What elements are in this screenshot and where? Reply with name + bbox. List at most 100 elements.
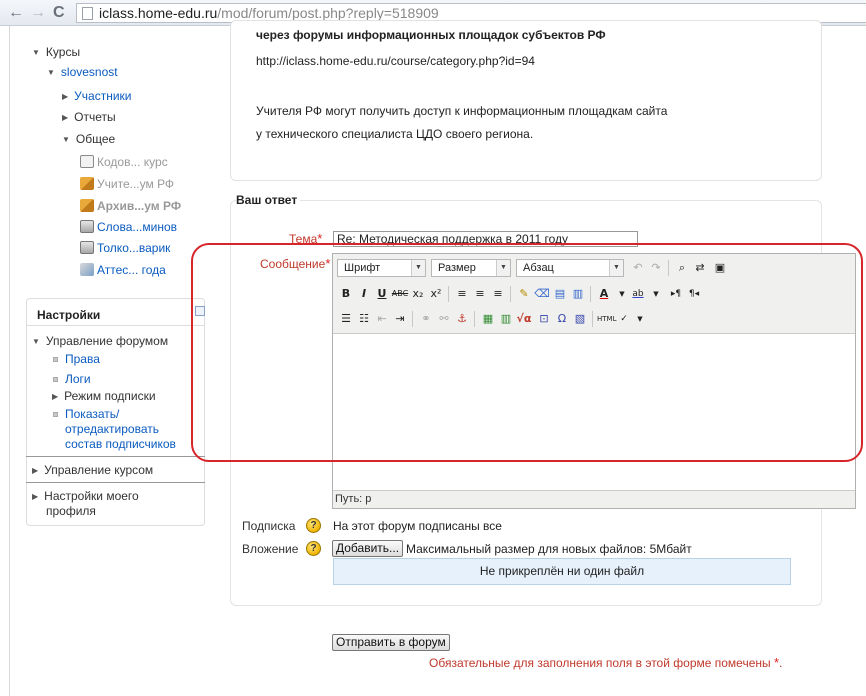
nav-activity-1[interactable]: Кодов... курс	[80, 155, 168, 170]
format-select[interactable]: Абзац ▼	[516, 259, 624, 277]
nonbreaking-space-icon[interactable]: ⊡	[535, 310, 553, 328]
superscript-icon[interactable]: x²	[427, 285, 445, 303]
nav-activity-3[interactable]: Архив...ум РФ	[80, 199, 181, 214]
settings-show-edit-line2[interactable]: отредактировать	[65, 422, 159, 437]
highlight-color-icon[interactable]: ab	[629, 285, 647, 303]
submit-button[interactable]: Отправить в форум	[332, 634, 450, 651]
ltr-icon[interactable]: ▸¶	[667, 285, 685, 303]
no-files-text: Не прикреплён ни один файл	[479, 564, 645, 578]
subscription-label: Подписка	[242, 519, 296, 533]
settings-rights[interactable]: Права	[65, 352, 100, 367]
size-select-value: Размер	[438, 262, 476, 274]
outdent-icon[interactable]: ⇤	[373, 310, 391, 328]
nav-activity-6[interactable]: Аттес... года	[80, 263, 166, 278]
anchor-icon[interactable]: ⚓	[453, 310, 471, 328]
settings-course-admin[interactable]: Управление курсом	[32, 463, 153, 479]
nav-activity-2[interactable]: Учите...ум РФ	[80, 177, 174, 192]
nav-general[interactable]: Общее	[62, 132, 115, 148]
settings-profile-label-1: Настройки моего	[44, 489, 139, 503]
bullet-list-icon[interactable]: ☰	[337, 310, 355, 328]
back-arrow-icon[interactable]: ←	[8, 3, 24, 23]
message-textarea[interactable]	[333, 334, 855, 490]
toolbar-separator	[668, 260, 669, 276]
strikethrough-icon[interactable]: ABC	[391, 285, 409, 303]
quiz-icon	[80, 263, 94, 276]
dropdown-icon[interactable]: ▼	[647, 285, 665, 303]
required-note-text: Обязательные для заполнения поля в этой …	[429, 656, 771, 670]
paste-word-icon[interactable]: ▥	[569, 285, 587, 303]
toolbar-separator	[474, 311, 475, 327]
post-line-2: Учителя РФ могут получить доступ к инфор…	[256, 104, 668, 118]
nav-courses[interactable]: Курсы	[32, 45, 80, 61]
underline-icon[interactable]: U	[373, 285, 391, 303]
font-select-value: Шрифт	[344, 262, 381, 274]
nav-course[interactable]: slovesnost	[47, 65, 118, 81]
equation-icon[interactable]: √α	[515, 310, 533, 328]
eraser-icon[interactable]: ⌫	[533, 285, 551, 303]
settings-show-edit-line1[interactable]: Показать/	[65, 407, 119, 422]
image-icon[interactable]: ▦	[479, 310, 497, 328]
subject-input[interactable]	[333, 231, 638, 247]
undo-icon[interactable]: ↶	[629, 259, 647, 277]
paste-text-icon[interactable]: ▤	[551, 285, 569, 303]
fullscreen-icon[interactable]: ▣	[711, 259, 729, 277]
settings-profile-line2[interactable]: профиля	[46, 504, 96, 519]
align-left-icon[interactable]: ≡	[453, 285, 471, 303]
settings-show-edit-line3[interactable]: состав подписчиков	[65, 437, 176, 452]
chevron-down-icon: ▼	[496, 260, 510, 276]
settings-title: Настройки	[37, 308, 101, 322]
settings-logs[interactable]: Логи	[65, 372, 91, 387]
font-select[interactable]: Шрифт ▼	[337, 259, 426, 277]
bullet-icon	[53, 377, 58, 382]
help-icon[interactable]: ?	[306, 518, 321, 533]
rtl-icon[interactable]: ¶◂	[685, 285, 703, 303]
add-file-button[interactable]: Добавить...	[332, 540, 404, 557]
align-center-icon[interactable]: ≡	[471, 285, 489, 303]
dropdown-icon[interactable]: ▼	[631, 310, 649, 328]
bold-icon[interactable]: B	[337, 285, 355, 303]
settings-subscription-mode[interactable]: Режим подписки	[52, 389, 155, 405]
table-icon[interactable]: ▧	[571, 310, 589, 328]
required-note: Обязательные для заполнения поля в этой …	[429, 655, 783, 670]
nav-general-label: Общее	[75, 132, 116, 146]
nav-activity-4[interactable]: Слова...минов	[80, 220, 177, 235]
reload-icon[interactable]: C	[53, 3, 65, 23]
media-icon[interactable]: ▥	[497, 310, 515, 328]
align-right-icon[interactable]: ≡	[489, 285, 507, 303]
replace-icon[interactable]: ⇄	[691, 259, 709, 277]
nav-activity-1-label: Кодов... курс	[97, 155, 168, 169]
attached-files-box[interactable]: Не прикреплён ни один файл	[333, 558, 791, 585]
nav-activity-5[interactable]: Толко...варик	[80, 241, 170, 256]
link-icon[interactable]: ⚭	[417, 310, 435, 328]
nav-participants-label[interactable]: Участники	[74, 89, 131, 103]
subscript-icon[interactable]: x₂	[409, 285, 427, 303]
size-select[interactable]: Размер ▼	[431, 259, 511, 277]
nav-reports[interactable]: Отчеты	[62, 110, 115, 126]
find-icon[interactable]: ⌕	[673, 259, 691, 277]
settings-profile[interactable]: Настройки моего	[32, 489, 139, 505]
settings-header-divider	[27, 325, 204, 326]
editor-toolbar: Шрифт ▼ Размер ▼ Абзац ▼ ↶ ↷ ⌕ ⇄ ▣ B I U AB…	[333, 254, 855, 334]
numbered-list-icon[interactable]: ☷	[355, 310, 373, 328]
text-color-icon[interactable]: A	[595, 285, 613, 303]
special-char-icon[interactable]: Ω	[553, 310, 571, 328]
settings-forum-admin[interactable]: Управление форумом	[32, 334, 168, 350]
forward-arrow-icon[interactable]: →	[30, 3, 46, 23]
nav-course-label[interactable]: slovesnost	[61, 65, 118, 79]
html-source-icon[interactable]: HTML	[597, 310, 616, 328]
nav-participants[interactable]: Участники	[62, 89, 131, 105]
cleanup-icon[interactable]: ✎	[515, 285, 533, 303]
help-icon[interactable]: ?	[306, 541, 321, 556]
post-panel	[230, 20, 822, 181]
indent-icon[interactable]: ⇥	[391, 310, 409, 328]
dock-icon[interactable]	[195, 306, 205, 316]
editor-path-bar: Путь: p	[333, 490, 855, 508]
italic-icon[interactable]: I	[355, 285, 373, 303]
message-label-text: Сообщение	[260, 257, 326, 271]
nav-courses-label: Курсы	[45, 45, 81, 59]
toolbar-separator	[412, 311, 413, 327]
nav-activity-6-label: Аттес... года	[97, 263, 166, 277]
redo-icon[interactable]: ↷	[647, 259, 665, 277]
post-link[interactable]: http://iclass.home-edu.ru/course/categor…	[256, 54, 535, 68]
unlink-icon[interactable]: ⚯	[435, 310, 453, 328]
